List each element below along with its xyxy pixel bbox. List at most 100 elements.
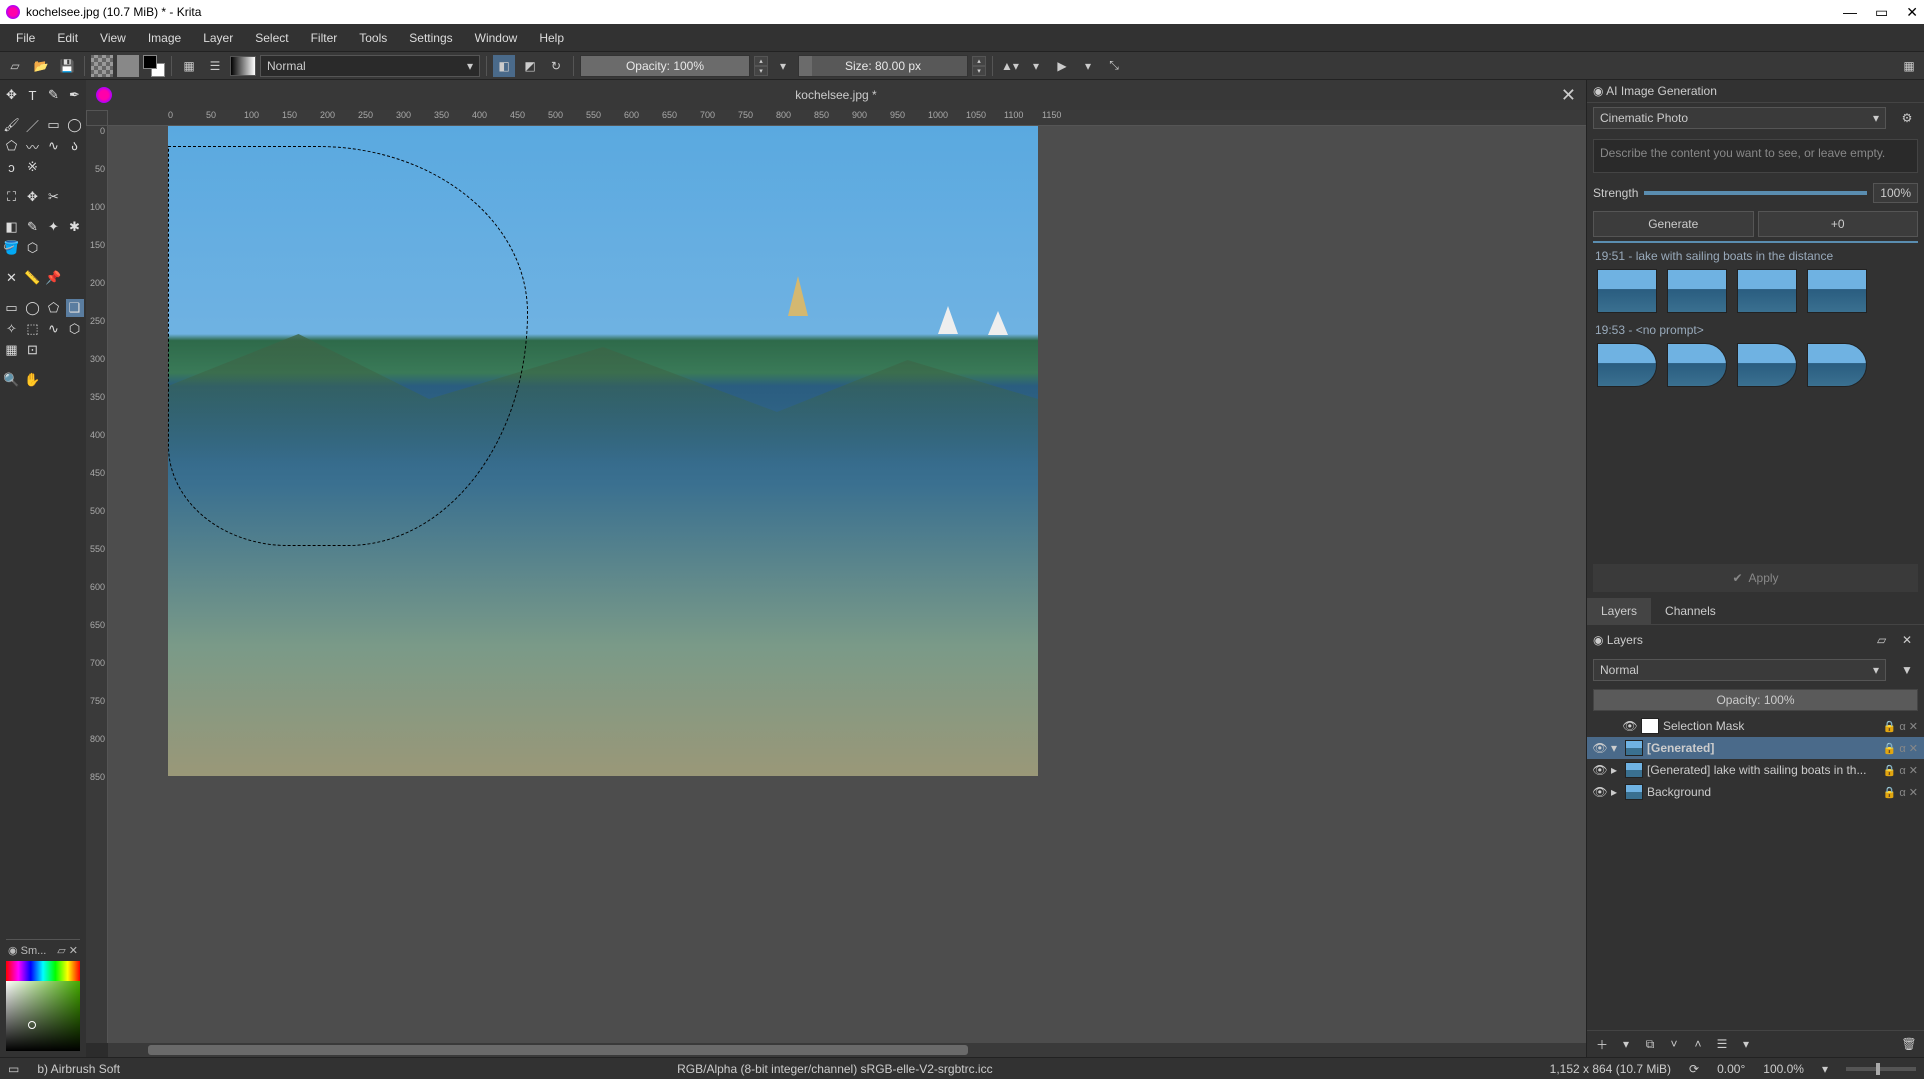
generation-thumbnail[interactable] <box>1737 343 1797 387</box>
freehand-path-tool[interactable]: ა <box>66 137 84 155</box>
layer-row[interactable]: 👁▸Background🔒 α ✕ <box>1587 781 1924 803</box>
zoom-slider[interactable] <box>1846 1067 1916 1071</box>
layer-blend-combo[interactable]: Normal ▾ <box>1593 659 1886 681</box>
ruler-origin[interactable] <box>86 110 108 126</box>
pan-tool[interactable]: ✋ <box>24 371 42 389</box>
status-zoom[interactable]: 100.0% <box>1763 1062 1804 1076</box>
strength-value[interactable]: 100% <box>1873 183 1918 203</box>
tab-layers[interactable]: Layers <box>1587 598 1651 624</box>
menu-filter[interactable]: Filter <box>301 28 348 48</box>
measure-tool[interactable]: 📏 <box>24 269 42 287</box>
add-layer-button[interactable]: ＋ <box>1593 1035 1611 1053</box>
polyline-tool[interactable]: 〰 <box>24 137 42 155</box>
reference-tool[interactable]: 📌 <box>45 269 63 287</box>
menu-tools[interactable]: Tools <box>349 28 397 48</box>
menu-image[interactable]: Image <box>138 28 191 48</box>
text-tool[interactable]: T <box>24 86 42 104</box>
layer-filter-button[interactable]: ▼ <box>1896 659 1918 681</box>
move-tool[interactable]: ✥ <box>3 86 21 104</box>
saturation-value-box[interactable] <box>6 981 80 1051</box>
generation-thumbnail[interactable] <box>1597 343 1657 387</box>
alpha-lock-button[interactable]: ◩ <box>519 55 541 77</box>
color-swatch[interactable] <box>117 55 139 77</box>
document-tab[interactable]: kochelsee.jpg * ✕ <box>86 80 1586 110</box>
opacity-spinner[interactable]: ▴▾ <box>754 56 768 76</box>
workspace-chooser-button[interactable]: ▦ <box>1898 55 1920 77</box>
close-layers-button[interactable]: ✕ <box>1896 629 1918 651</box>
close-dock-button[interactable]: ✕ <box>69 945 78 957</box>
rotation-reset-icon[interactable]: ⟳ <box>1689 1062 1699 1076</box>
layer-lock-icons[interactable]: 🔒 α ✕ <box>1883 742 1918 755</box>
menu-window[interactable]: Window <box>465 28 528 48</box>
maximize-button[interactable]: ▭ <box>1875 5 1888 19</box>
apply-button[interactable]: ✔ Apply <box>1593 564 1918 592</box>
enclose-fill-tool[interactable]: ⬡ <box>24 239 42 257</box>
canvas-viewport[interactable] <box>108 126 1586 1043</box>
ellipse-tool[interactable]: ◯ <box>66 116 84 134</box>
layer-lock-icons[interactable]: 🔒 α ✕ <box>1883 764 1918 777</box>
similar-select-tool[interactable]: ⬚ <box>24 320 42 338</box>
select-all-tool[interactable]: ▦ <box>3 341 21 359</box>
generation-thumbnail[interactable] <box>1667 343 1727 387</box>
brush-size-field[interactable]: Size: 80.00 px <box>798 55 968 77</box>
layer-opacity-field[interactable]: Opacity: 100% <box>1593 689 1918 711</box>
polygon-select-tool[interactable]: ⬠ <box>45 299 63 317</box>
size-spinner[interactable]: ▴▾ <box>972 56 986 76</box>
magnetic-select-tool[interactable]: ⬡ <box>66 320 84 338</box>
menu-edit[interactable]: Edit <box>47 28 88 48</box>
close-document-button[interactable]: ✕ <box>1561 85 1576 106</box>
pattern-edit-tool[interactable]: ✦ <box>45 218 63 236</box>
generate-plus-button[interactable]: +0 <box>1758 211 1919 237</box>
status-angle[interactable]: 0.00° <box>1717 1062 1745 1076</box>
smart-patch-tool[interactable]: ✱ <box>66 218 84 236</box>
menu-file[interactable]: File <box>6 28 45 48</box>
layer-lock-icons[interactable]: 🔒 α ✕ <box>1883 786 1918 799</box>
opacity-menu-button[interactable]: ▾ <box>772 55 794 77</box>
reload-preset-button[interactable]: ↻ <box>545 55 567 77</box>
horizontal-ruler[interactable]: 0501001502002503003504004505005506006507… <box>108 110 1586 126</box>
hue-slider[interactable] <box>6 961 80 981</box>
line-tool[interactable]: ／ <box>24 116 42 134</box>
blend-mode-combo[interactable]: Normal ▾ <box>260 55 480 77</box>
crop-tool[interactable]: ✂ <box>45 188 63 206</box>
gradient-tool[interactable]: ◧ <box>3 218 21 236</box>
gradient-swatch[interactable] <box>230 56 256 76</box>
canvas-image[interactable] <box>168 126 1038 776</box>
tab-channels[interactable]: Channels <box>1651 598 1730 624</box>
brush-editor-button[interactable]: ☰ <box>204 55 226 77</box>
color-picker-tool[interactable]: ✎ <box>24 218 42 236</box>
pattern-swatch[interactable] <box>91 55 113 77</box>
wrap-mode-button[interactable]: ⤡ <box>1103 55 1125 77</box>
float-dock-button[interactable]: ▱ <box>57 945 65 957</box>
zoom-tool[interactable]: 🔍 <box>3 371 21 389</box>
generation-thumbnail[interactable] <box>1597 269 1657 313</box>
selection-indicator-icon[interactable]: ▭ <box>8 1062 19 1076</box>
freehand-select-tool[interactable]: ❑ <box>66 299 84 317</box>
transform-tool[interactable]: ⛶ <box>3 188 21 206</box>
dynamic-brush-tool[interactable]: ɔ <box>3 158 21 176</box>
menu-help[interactable]: Help <box>529 28 574 48</box>
fill-tool[interactable]: 🪣 <box>3 239 21 257</box>
calligraphy-tool[interactable]: ✒ <box>66 86 84 104</box>
brush-preset-button[interactable]: ▦ <box>178 55 200 77</box>
layer-row[interactable]: 👁▾[Generated]🔒 α ✕ <box>1587 737 1924 759</box>
menu-layer[interactable]: Layer <box>193 28 243 48</box>
layer-lock-icons[interactable]: 🔒 α ✕ <box>1883 720 1918 733</box>
rect-select-tool[interactable]: ▭ <box>3 299 21 317</box>
multibrush-tool[interactable]: ※ <box>24 158 42 176</box>
menu-select[interactable]: Select <box>245 28 298 48</box>
generation-thumbnail[interactable] <box>1807 269 1867 313</box>
expand-layer-button[interactable]: ▸ <box>1611 785 1621 799</box>
move-layer-down-button[interactable]: ˅ <box>1665 1035 1683 1053</box>
opacity-field[interactable]: Opacity: 100% <box>580 55 750 77</box>
layer-row[interactable]: 👁Selection Mask🔒 α ✕ <box>1587 715 1924 737</box>
contiguous-select-tool[interactable]: ✧ <box>3 320 21 338</box>
polygon-tool[interactable]: ⬠ <box>3 137 21 155</box>
assistants-tool[interactable]: ✕ <box>3 269 21 287</box>
generate-button[interactable]: Generate <box>1593 211 1754 237</box>
generation-thumbnail[interactable] <box>1667 269 1727 313</box>
delete-layer-button[interactable]: 🗑 <box>1900 1035 1918 1053</box>
move-layer-up-button[interactable]: ˄ <box>1689 1035 1707 1053</box>
expand-layer-button[interactable]: ▾ <box>1611 741 1621 755</box>
new-file-button[interactable]: ▱ <box>4 55 26 77</box>
